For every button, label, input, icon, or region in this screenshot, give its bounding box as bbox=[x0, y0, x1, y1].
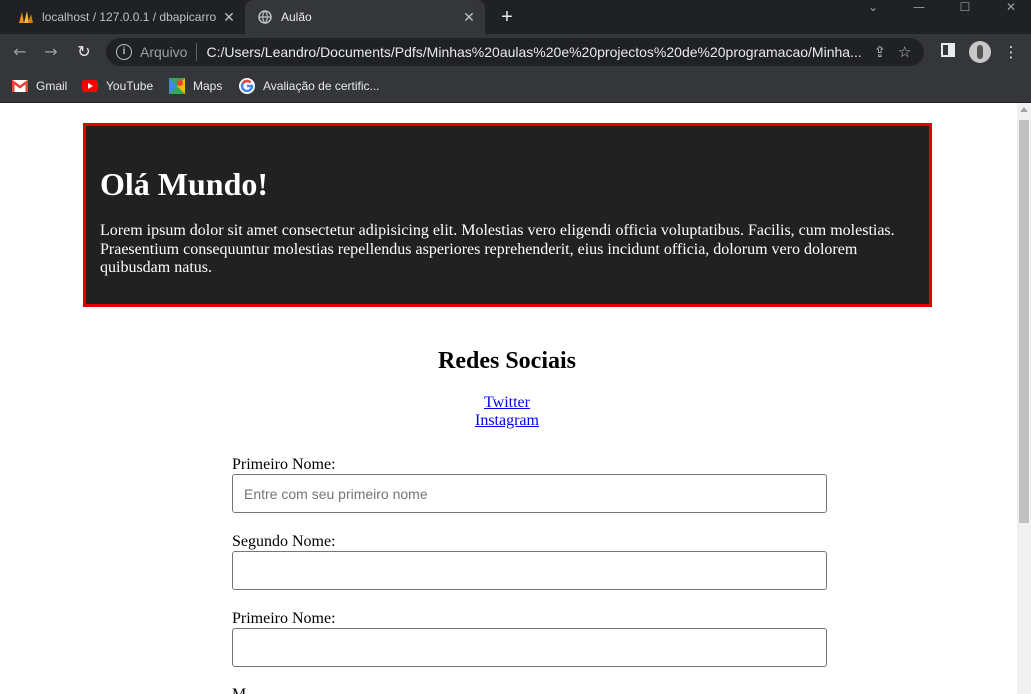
security-label: Arquivo bbox=[140, 44, 188, 60]
close-icon[interactable]: ✕ bbox=[219, 9, 239, 26]
tab-title: localhost / 127.0.0.1 / dbapicarro bbox=[42, 10, 217, 24]
avatar[interactable] bbox=[969, 41, 991, 63]
window-close-icon[interactable]: ✕ bbox=[991, 0, 1031, 14]
side-panel-icon[interactable] bbox=[937, 41, 959, 63]
back-icon[interactable]: ← bbox=[7, 40, 33, 64]
forward-icon[interactable]: → bbox=[38, 40, 64, 64]
bookmark-label: Gmail bbox=[36, 79, 68, 93]
third-name-label: Primeiro Nome: bbox=[232, 610, 336, 627]
browser-toolbar: ← → ↻ i Arquivo C:/Users/Leandro/Documen… bbox=[0, 34, 1031, 70]
scrollbar-thumb[interactable] bbox=[1019, 120, 1029, 523]
bookmark-gmail[interactable]: Gmail bbox=[12, 77, 67, 95]
info-icon[interactable]: i bbox=[116, 44, 132, 60]
tab-title: Aulão bbox=[281, 10, 312, 24]
page-viewport: Olá Mundo! Lorem ipsum dolor sit amet co… bbox=[0, 103, 1017, 694]
phpmyadmin-icon bbox=[18, 9, 34, 25]
scrollbar[interactable] bbox=[1017, 103, 1031, 694]
social-link-row: Twitter bbox=[0, 394, 1014, 412]
tab-strip: localhost / 127.0.0.1 / dbapicarro ✕ Aul… bbox=[0, 0, 1031, 34]
bookmark-label: Maps bbox=[193, 79, 223, 93]
url-text[interactable]: C:/Users/Leandro/Documents/Pdfs/Minhas%2… bbox=[206, 44, 861, 60]
maximize-icon[interactable]: ☐ bbox=[945, 0, 985, 14]
hero-text: Lorem ipsum dolor sit amet consectetur a… bbox=[100, 222, 895, 276]
bookmark-youtube[interactable]: YouTube bbox=[82, 77, 153, 95]
hero-banner: Olá Mundo! Lorem ipsum dolor sit amet co… bbox=[83, 123, 932, 307]
tab-search-icon[interactable]: ⌄ bbox=[853, 0, 893, 14]
gmail-icon bbox=[12, 78, 28, 94]
reload-icon[interactable]: ↻ bbox=[71, 40, 97, 64]
close-icon[interactable]: ✕ bbox=[459, 9, 479, 26]
bookmarks-bar: Gmail YouTube Maps Avaliação de certific… bbox=[0, 70, 1031, 103]
minimize-icon[interactable]: — bbox=[899, 0, 939, 14]
tab-phpmyadmin[interactable]: localhost / 127.0.0.1 / dbapicarro ✕ bbox=[8, 0, 245, 34]
bookmark-label: YouTube bbox=[106, 79, 154, 93]
globe-icon bbox=[257, 9, 273, 25]
google-icon bbox=[239, 78, 255, 94]
scroll-up-icon[interactable] bbox=[1020, 107, 1028, 112]
first-name-input[interactable] bbox=[232, 474, 827, 513]
bookmark-maps[interactable]: Maps bbox=[169, 77, 222, 95]
hero-title: Olá Mundo! bbox=[100, 166, 269, 202]
share-icon[interactable]: ⇪ bbox=[873, 43, 886, 61]
third-name-input[interactable] bbox=[232, 628, 827, 667]
second-name-label: Segundo Nome: bbox=[232, 533, 336, 550]
tab-aulao[interactable]: Aulão ✕ bbox=[245, 0, 485, 34]
menu-icon[interactable]: ⋮ bbox=[1000, 41, 1022, 63]
bookmark-avaliacao[interactable]: Avaliação de certific... bbox=[239, 77, 380, 95]
second-name-input[interactable] bbox=[232, 551, 827, 590]
social-title: Redes Sociais bbox=[438, 348, 576, 374]
next-field-label: M bbox=[232, 686, 246, 694]
social-link-row: Instagram bbox=[0, 412, 1014, 430]
bookmark-star-icon[interactable]: ☆ bbox=[898, 43, 911, 61]
address-bar[interactable]: i Arquivo C:/Users/Leandro/Documents/Pdf… bbox=[106, 38, 924, 66]
twitter-link[interactable]: Twitter bbox=[484, 394, 530, 411]
address-divider bbox=[196, 43, 198, 61]
first-name-label: Primeiro Nome: bbox=[232, 456, 336, 473]
bookmark-label: Avaliação de certific... bbox=[263, 79, 380, 93]
new-tab-button[interactable]: + bbox=[495, 5, 519, 29]
instagram-link[interactable]: Instagram bbox=[475, 412, 539, 429]
maps-icon bbox=[169, 78, 185, 94]
youtube-icon bbox=[82, 78, 98, 94]
